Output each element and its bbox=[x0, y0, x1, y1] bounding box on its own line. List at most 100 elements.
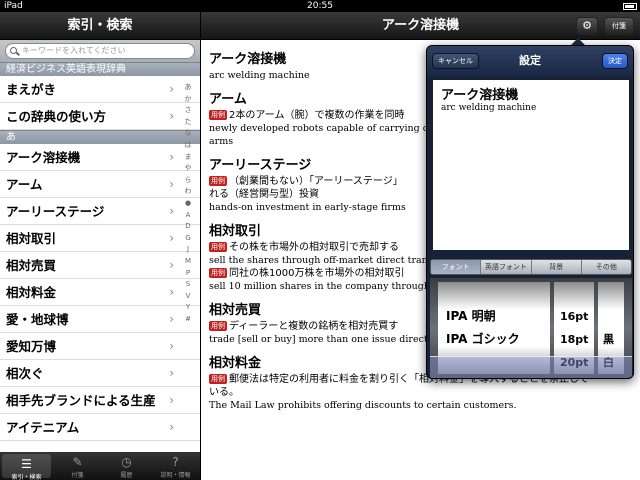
example-english: sell the shares through off-market direc… bbox=[209, 255, 444, 266]
index-letter[interactable]: # bbox=[180, 314, 196, 326]
example-japanese: 2本のアーム（腕）で複数の作業を同時 bbox=[229, 110, 405, 121]
segment-背景[interactable]: 背景 bbox=[532, 260, 582, 274]
list-item[interactable]: まえがき › bbox=[0, 76, 200, 103]
index-scrubber[interactable]: あかさたなはまやらわ ● A D G J M P S V Y # bbox=[180, 82, 196, 325]
index-letter[interactable]: さ bbox=[180, 105, 196, 117]
chevron-right-icon: › bbox=[169, 231, 174, 245]
settings-button[interactable]: ⚙ bbox=[576, 17, 598, 35]
index-letter[interactable]: た bbox=[180, 117, 196, 129]
cancel-button[interactable]: キャンセル bbox=[432, 53, 479, 69]
segment-その他[interactable]: その他 bbox=[582, 260, 631, 274]
index-letter[interactable]: わ bbox=[180, 186, 196, 198]
entry-line: いる。 bbox=[209, 386, 632, 399]
list-icon: ☰ bbox=[21, 457, 32, 471]
example-japanese: その株を市場外の相対取引で売却する bbox=[229, 242, 399, 253]
example-badge: 用例 bbox=[209, 374, 227, 384]
list-item-label: 相対料金 bbox=[6, 285, 57, 300]
list-item[interactable]: この辞典の使い方 › bbox=[0, 103, 200, 130]
index-letter[interactable]: Y bbox=[180, 302, 196, 314]
tab-bar: ☰ 索引・検索 ✎ 付箋 ◷ 履歴? 説明・情報 bbox=[0, 452, 200, 480]
list-item-label: 相対取引 bbox=[6, 231, 57, 246]
tab-clock[interactable]: ◷ 履歴 bbox=[102, 452, 151, 480]
picker-row[interactable] bbox=[438, 282, 550, 305]
list-item[interactable]: アーリーステージ › bbox=[0, 198, 200, 225]
list-item-label: 相手先ブランドによる生産 bbox=[6, 393, 156, 408]
index-letter[interactable]: ま bbox=[180, 152, 196, 164]
chevron-right-icon: › bbox=[169, 420, 174, 434]
picker-row[interactable] bbox=[598, 305, 624, 328]
tab-help[interactable]: ? 説明・情報 bbox=[151, 452, 200, 480]
index-letter[interactable]: や bbox=[180, 163, 196, 175]
index-letter[interactable]: S bbox=[180, 279, 196, 291]
index-letter[interactable]: J bbox=[180, 244, 196, 256]
chevron-right-icon: › bbox=[169, 312, 174, 326]
index-letter[interactable]: な bbox=[180, 128, 196, 140]
chevron-right-icon: › bbox=[169, 109, 174, 123]
index-letter[interactable]: V bbox=[180, 291, 196, 303]
index-letter[interactable]: は bbox=[180, 140, 196, 152]
entry-navbar: アーク溶接機 ⚙ 付箋 bbox=[201, 12, 640, 40]
picker-row[interactable]: 16pt bbox=[554, 305, 594, 328]
done-button[interactable]: 決定 bbox=[602, 53, 628, 69]
example-english: arms bbox=[209, 136, 234, 147]
segment-フォント[interactable]: フォント bbox=[431, 260, 482, 274]
list-item[interactable]: 愛知万博 › bbox=[0, 333, 200, 360]
chevron-right-icon: › bbox=[169, 150, 174, 164]
tab-list[interactable]: ☰ 索引・検索 bbox=[2, 454, 51, 480]
chevron-right-icon: › bbox=[169, 393, 174, 407]
index-letter[interactable]: ● bbox=[180, 198, 196, 210]
list-item-label: 相次ぐ bbox=[6, 366, 44, 381]
example-english: sell 10 million shares in the company th… bbox=[209, 281, 439, 292]
example-badge: 用例 bbox=[209, 268, 227, 278]
index-letter[interactable]: D bbox=[180, 221, 196, 233]
tab-pen[interactable]: ✎ 付箋 bbox=[53, 452, 102, 480]
picker-selection-band bbox=[430, 356, 632, 378]
example-japanese: ディーラーと複数の銘柄を相対売買す bbox=[229, 321, 399, 332]
picker-row[interactable]: 18pt bbox=[554, 328, 594, 351]
picker-row[interactable]: IPA 明朝 bbox=[438, 305, 550, 328]
list-item[interactable]: 愛・地球博 › bbox=[0, 306, 200, 333]
pen-icon: ✎ bbox=[72, 455, 83, 469]
example-english: hands-on investment in early-stage firms bbox=[209, 202, 406, 213]
clock-icon: ◷ bbox=[121, 455, 132, 469]
example-badge: 用例 bbox=[209, 321, 227, 331]
example-badge: 用例 bbox=[209, 242, 227, 252]
list-item[interactable]: 相対取引 › bbox=[0, 225, 200, 252]
tag-button[interactable]: 付箋 bbox=[604, 17, 634, 35]
chevron-right-icon: › bbox=[169, 82, 174, 96]
list-item-label: アイテニアム bbox=[6, 420, 80, 435]
list-item[interactable]: 相次ぐ › bbox=[0, 360, 200, 387]
picker-row[interactable]: 黒 bbox=[598, 328, 624, 351]
status-bar: iPad 20:55 bbox=[0, 0, 640, 12]
section-header-dictionary: 経済ビジネス英語表現辞典 bbox=[0, 62, 200, 76]
list-item-label: 愛・地球博 bbox=[6, 312, 69, 327]
list-item[interactable]: アイテニアム › bbox=[0, 414, 200, 441]
search-placeholder: キーワードを入れてください bbox=[22, 46, 126, 55]
picker-row[interactable]: IPA ゴシック bbox=[438, 328, 550, 351]
index-letter[interactable]: か bbox=[180, 94, 196, 106]
index-letter[interactable]: G bbox=[180, 233, 196, 245]
list-item[interactable]: 相手先ブランドによる生産 › bbox=[0, 387, 200, 414]
example-japanese: （創業間もない）「アーリーステージ」 bbox=[229, 176, 403, 187]
example-badge: 用例 bbox=[209, 110, 227, 120]
list-item[interactable]: 相対売買 › bbox=[0, 252, 200, 279]
example-japanese: 同社の株1000万株を市場外の相対取引 bbox=[229, 268, 405, 279]
clock: 20:55 bbox=[307, 1, 333, 11]
font-preview: アーク溶接機 arc welding machine bbox=[433, 80, 629, 250]
list-item[interactable]: アーク溶接機 › bbox=[0, 144, 200, 171]
list-item[interactable]: アーム › bbox=[0, 171, 200, 198]
search-input[interactable]: キーワードを入れてください bbox=[5, 43, 195, 59]
index-letter[interactable]: あ bbox=[180, 82, 196, 94]
segment-英語フォント[interactable]: 英語フォント bbox=[481, 260, 532, 274]
picker-row[interactable] bbox=[554, 282, 594, 305]
index-letter[interactable]: A bbox=[180, 210, 196, 222]
index-letter[interactable]: P bbox=[180, 268, 196, 280]
chevron-right-icon: › bbox=[169, 366, 174, 380]
index-letter[interactable]: ら bbox=[180, 175, 196, 187]
index-letter[interactable]: M bbox=[180, 256, 196, 268]
preview-headword: アーク溶接機 bbox=[441, 88, 519, 103]
list-item[interactable]: 相対料金 › bbox=[0, 279, 200, 306]
chevron-right-icon: › bbox=[169, 258, 174, 272]
settings-popover: キャンセル 設定 決定 アーク溶接機 arc welding machine フ… bbox=[426, 45, 634, 379]
picker-row[interactable] bbox=[598, 282, 624, 305]
